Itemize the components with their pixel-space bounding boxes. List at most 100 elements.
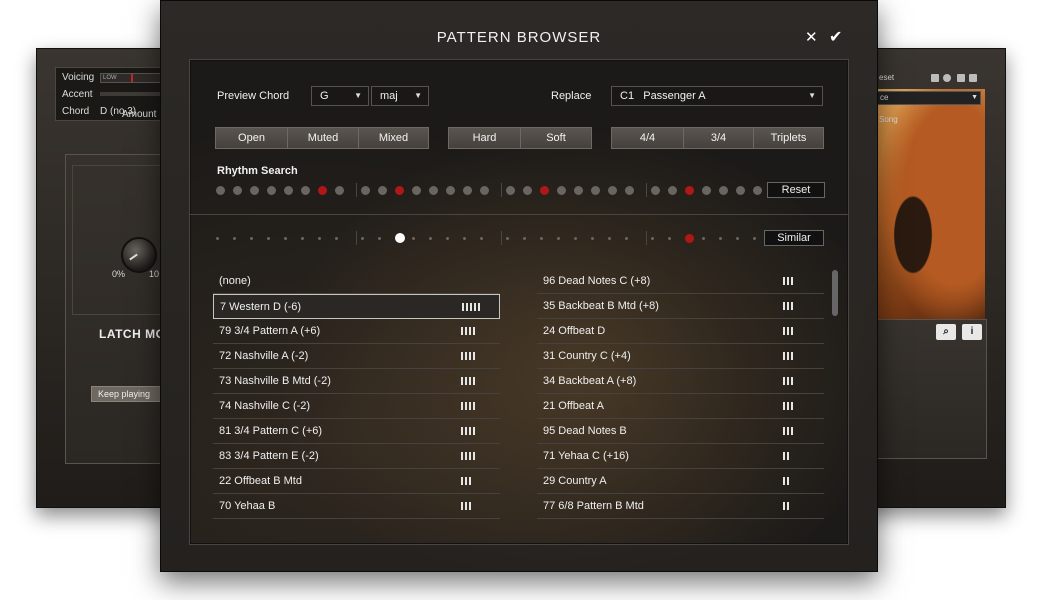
- rhythm-step[interactable]: [429, 185, 438, 195]
- pattern-row[interactable]: 79 3/4 Pattern A (+6): [213, 319, 500, 344]
- rhythm-step[interactable]: [301, 236, 304, 240]
- rhythm-step[interactable]: [429, 236, 432, 240]
- pattern-row[interactable]: 95 Dead Notes B: [537, 419, 824, 444]
- list-scrollbar[interactable]: [832, 270, 838, 316]
- rhythm-step[interactable]: [702, 185, 711, 195]
- rhythm-step[interactable]: [284, 185, 293, 195]
- rhythm-step[interactable]: [591, 236, 594, 240]
- rhythm-step[interactable]: [480, 185, 489, 195]
- search-icon[interactable]: ⌕: [936, 324, 956, 340]
- rhythm-step[interactable]: [608, 185, 617, 195]
- pattern-row[interactable]: 31 Country C (+4): [537, 344, 824, 369]
- rhythm-step[interactable]: [463, 185, 472, 195]
- prev-preset-icon[interactable]: [957, 74, 965, 82]
- pattern-row[interactable]: 35 Backbeat B Mtd (+8): [537, 294, 824, 319]
- rhythm-step[interactable]: [506, 185, 515, 195]
- rhythm-step[interactable]: [736, 185, 745, 195]
- filter-muted-button[interactable]: Muted: [287, 127, 358, 149]
- rhythm-step[interactable]: [446, 185, 455, 195]
- close-icon[interactable]: ✕: [805, 28, 818, 46]
- rhythm-step[interactable]: [395, 233, 405, 243]
- rhythm-step[interactable]: [608, 236, 611, 240]
- pattern-row[interactable]: 72 Nashville A (-2): [213, 344, 500, 369]
- rhythm-step[interactable]: [668, 185, 677, 195]
- rhythm-step[interactable]: [318, 185, 327, 195]
- pattern-row[interactable]: 22 Offbeat B Mtd: [213, 469, 500, 494]
- rhythm-step[interactable]: [574, 236, 577, 240]
- rhythm-step[interactable]: [523, 236, 526, 240]
- pattern-row[interactable]: 73 Nashville B Mtd (-2): [213, 369, 500, 394]
- next-preset-icon[interactable]: [969, 74, 977, 82]
- compare-icon[interactable]: [943, 74, 951, 82]
- rhythm-step[interactable]: [233, 185, 242, 195]
- chord-root-dropdown[interactable]: G ▼: [311, 86, 369, 106]
- rhythm-step[interactable]: [506, 236, 509, 240]
- filter-hard-button[interactable]: Hard: [448, 127, 520, 149]
- pattern-row[interactable]: 21 Offbeat A: [537, 394, 824, 419]
- pattern-row[interactable]: 70 Yehaa B: [213, 494, 500, 519]
- rhythm-step[interactable]: [267, 236, 270, 240]
- pattern-row[interactable]: 83 3/4 Pattern E (-2): [213, 444, 500, 469]
- rhythm-step[interactable]: [284, 236, 287, 240]
- rhythm-step[interactable]: [557, 236, 560, 240]
- rhythm-step[interactable]: [753, 236, 756, 240]
- rhythm-step[interactable]: [685, 233, 694, 243]
- pattern-row[interactable]: 34 Backbeat A (+8): [537, 369, 824, 394]
- filter-3-4-button[interactable]: 3/4: [683, 127, 753, 149]
- rhythm-step[interactable]: [361, 185, 370, 195]
- rhythm-step[interactable]: [318, 236, 321, 240]
- rhythm-step[interactable]: [736, 236, 739, 240]
- similar-button[interactable]: Similar: [764, 230, 824, 246]
- rhythm-step[interactable]: [446, 236, 449, 240]
- preset-select[interactable]: ce: [877, 91, 981, 105]
- rhythm-search-steps[interactable]: [216, 183, 787, 197]
- rhythm-step[interactable]: [685, 185, 694, 195]
- amount-knob[interactable]: [121, 237, 157, 273]
- chord-quality-dropdown[interactable]: maj ▼: [371, 86, 429, 106]
- rhythm-step[interactable]: [540, 236, 543, 240]
- save-icon[interactable]: [931, 74, 939, 82]
- pattern-row[interactable]: 71 Yehaa C (+16): [537, 444, 824, 469]
- rhythm-step[interactable]: [651, 236, 654, 240]
- pattern-row[interactable]: 24 Offbeat D: [537, 319, 824, 344]
- rhythm-step[interactable]: [412, 236, 415, 240]
- filter-4-4-button[interactable]: 4/4: [611, 127, 683, 149]
- rhythm-step[interactable]: [335, 236, 338, 240]
- pattern-row[interactable]: 29 Country A: [537, 469, 824, 494]
- pattern-row[interactable]: 74 Nashville C (-2): [213, 394, 500, 419]
- rhythm-step[interactable]: [523, 185, 532, 195]
- rhythm-step[interactable]: [395, 185, 404, 195]
- filter-soft-button[interactable]: Soft: [520, 127, 592, 149]
- rhythm-step[interactable]: [216, 236, 219, 240]
- rhythm-step[interactable]: [378, 236, 381, 240]
- pattern-row[interactable]: (none): [213, 269, 500, 294]
- rhythm-step[interactable]: [480, 236, 483, 240]
- rhythm-step[interactable]: [250, 236, 253, 240]
- rhythm-step[interactable]: [216, 185, 225, 195]
- info-icon[interactable]: i: [962, 324, 982, 340]
- similar-steps[interactable]: [216, 231, 787, 245]
- rhythm-step[interactable]: [574, 185, 583, 195]
- pattern-row[interactable]: 77 6/8 Pattern B Mtd: [537, 494, 824, 519]
- rhythm-step[interactable]: [540, 185, 549, 195]
- checkmark-icon[interactable]: ✔: [829, 27, 842, 47]
- rhythm-step[interactable]: [463, 236, 466, 240]
- voicing-slider-handle[interactable]: [131, 74, 133, 82]
- rhythm-step[interactable]: [233, 236, 236, 240]
- rhythm-step[interactable]: [668, 236, 671, 240]
- rhythm-step[interactable]: [719, 185, 728, 195]
- rhythm-step[interactable]: [378, 185, 387, 195]
- rhythm-step[interactable]: [412, 185, 421, 195]
- rhythm-step[interactable]: [719, 236, 722, 240]
- rhythm-step[interactable]: [335, 185, 344, 195]
- rhythm-step[interactable]: [557, 185, 566, 195]
- pattern-row[interactable]: 7 Western D (-6): [213, 294, 500, 319]
- rhythm-step[interactable]: [651, 185, 660, 195]
- rhythm-step[interactable]: [625, 185, 634, 195]
- rhythm-step[interactable]: [702, 236, 705, 240]
- replace-dropdown[interactable]: C1 Passenger A ▼: [611, 86, 823, 106]
- rhythm-step[interactable]: [753, 185, 762, 195]
- rhythm-step[interactable]: [301, 185, 310, 195]
- filter-triplets-button[interactable]: Triplets: [753, 127, 824, 149]
- rhythm-step[interactable]: [361, 236, 364, 240]
